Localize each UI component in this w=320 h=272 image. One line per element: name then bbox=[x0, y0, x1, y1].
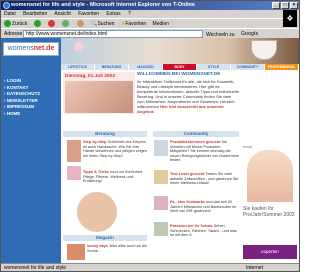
date-text: Dienstag, 01.Juli 2003 bbox=[65, 74, 115, 79]
community-item: Fa - eine Kultmarke und das seit 40 Jahr… bbox=[170, 200, 239, 214]
flower-image bbox=[74, 42, 84, 52]
window-title: womensnet for life and style - Microsoft… bbox=[11, 2, 195, 8]
menu-bearbeiten[interactable]: Bearbeiten bbox=[23, 11, 47, 17]
welcome-heading: WILLKOMMEN BEI WOMENSNET.DE bbox=[137, 72, 221, 77]
beratung-item: Tipps & Tricks rund um Schönheit, Pflege… bbox=[83, 170, 147, 184]
magazine-image bbox=[154, 170, 168, 184]
url-input[interactable]: http://www.womensnet.de/index.html bbox=[23, 30, 203, 38]
minimize-button[interactable]: _ bbox=[272, 2, 280, 9]
browser-window: womensnet for life and style - Microsoft… bbox=[0, 0, 300, 272]
tab-beratung[interactable]: BERATUNG bbox=[95, 64, 129, 70]
community-item: Produkttesterinnen gesucht Sie möchten m… bbox=[170, 140, 239, 163]
site-logo[interactable]: womensnet.de bbox=[3, 42, 59, 56]
main-content: Dienstag, 01.Juli 2003 WILLKOMMEN BEI WO… bbox=[63, 72, 239, 263]
community-item-title[interactable]: Fa - eine Kultmarke bbox=[170, 200, 205, 204]
community-item: Passwort bei Ihr Schatz Sehen, Schmecken… bbox=[170, 224, 239, 238]
tab-lifestyle[interactable]: LIFESTYLE bbox=[61, 64, 95, 70]
back-arrow-icon bbox=[4, 20, 11, 28]
tips-image bbox=[67, 166, 81, 180]
menu-datei[interactable]: Datei bbox=[4, 11, 16, 17]
menu-favoriten[interactable]: Favoriten bbox=[78, 11, 99, 17]
beratung-item-title[interactable]: Tipps & Tricks bbox=[83, 170, 109, 174]
magazin-item: sunny days Jetzt alles rund um die Sonne… bbox=[87, 244, 147, 253]
ad-experten-button[interactable]: experten bbox=[243, 245, 297, 259]
refresh-icon bbox=[62, 20, 70, 28]
beratung-item-title[interactable]: Step-by-Step bbox=[83, 140, 106, 144]
tab-body[interactable]: BODY bbox=[163, 64, 197, 70]
community-item: Test-Leser gesucht Testen Sie zwei aktue… bbox=[170, 172, 239, 186]
logo-text-left: womens bbox=[7, 45, 34, 52]
community-item-title[interactable]: Produkttesterinnen gesucht bbox=[170, 140, 220, 144]
menu-extras[interactable]: Extras bbox=[106, 11, 120, 17]
beratung-item: Step-by-Step Schönheit des Körpers ist a… bbox=[83, 140, 147, 158]
nav-datenschutz[interactable]: DATENSCHUTZ bbox=[4, 91, 40, 98]
community-item-title[interactable]: Passwort bei Ihr Schatz bbox=[170, 224, 213, 228]
close-button[interactable]: × bbox=[290, 2, 298, 9]
address-bar: Adresse http://www.womensnet.de/index.ht… bbox=[1, 28, 299, 38]
media-label: Medien bbox=[152, 21, 169, 27]
search-label: Suchen bbox=[97, 21, 115, 27]
menu-help[interactable]: ? bbox=[128, 11, 131, 17]
menu-ansicht[interactable]: Ansicht bbox=[54, 11, 70, 17]
back-label: Zurück bbox=[12, 21, 28, 27]
logo-text-right: net.de bbox=[33, 45, 55, 52]
product-image bbox=[154, 140, 168, 156]
ad-banner[interactable]: trend Sie kaufen Ihr Pro/Jahr/Sommer 200… bbox=[241, 70, 299, 263]
date-box: Dienstag, 01.Juli 2003 bbox=[63, 72, 135, 114]
stop-icon bbox=[48, 20, 56, 28]
status-text: womensnet for life and style bbox=[4, 265, 66, 271]
sidebar: womensnet.de LOGIN KONTAKT DATENSCHUTZ N… bbox=[1, 38, 61, 263]
address-label: Adresse bbox=[4, 31, 23, 37]
beratung-header[interactable]: Beratung bbox=[63, 131, 147, 137]
welcome-text: Ihr interaktiver Treffpunkt für alle, di… bbox=[137, 79, 239, 114]
forward-arrow-icon bbox=[33, 20, 41, 28]
favorites-label: Favoriten bbox=[125, 21, 147, 27]
toolbar: Zurück 🔍Suchen ★Favoriten Medien bbox=[1, 18, 283, 28]
magazin-item-title[interactable]: sunny days bbox=[87, 244, 108, 248]
ad-tag: trend bbox=[243, 144, 253, 149]
internet-zone-label: Internet bbox=[246, 265, 263, 271]
status-bar: womensnet for life and style Internet bbox=[1, 263, 299, 271]
nav-home[interactable]: HOME bbox=[4, 111, 40, 118]
hand-image bbox=[67, 140, 81, 162]
title-bar: womensnet for life and style - Microsoft… bbox=[1, 1, 299, 10]
tab-style[interactable]: STYLE bbox=[197, 64, 231, 70]
sidebar-nav: LOGIN KONTAKT DATENSCHUTZ NEWSLETTER IMP… bbox=[4, 78, 40, 117]
community-item-title[interactable]: Test-Leser gesucht bbox=[170, 172, 205, 176]
windows-logo-icon: ❖ bbox=[283, 10, 297, 27]
ad-person-image bbox=[247, 150, 293, 202]
ad-text: Sie kaufen Ihr Pro/Jahr/Sommer 2003 bbox=[243, 206, 295, 218]
ie-icon bbox=[3, 2, 10, 9]
fa-image bbox=[154, 196, 168, 210]
home-icon bbox=[76, 20, 84, 28]
passwort-image bbox=[154, 222, 168, 236]
welcome-photo bbox=[65, 81, 133, 113]
sunny-image bbox=[67, 244, 85, 260]
welcome-block: WILLKOMMEN BEI WOMENSNET.DE Ihr interakt… bbox=[137, 72, 239, 114]
web-page: womensnet.de LOGIN KONTAKT DATENSCHUTZ N… bbox=[1, 38, 299, 263]
maximize-button[interactable]: □ bbox=[281, 2, 289, 9]
community-header[interactable]: Community bbox=[153, 131, 239, 137]
magazin-header[interactable]: Magazin bbox=[63, 235, 147, 241]
menu-bar: Datei Bearbeiten Ansicht Favoriten Extra… bbox=[1, 10, 299, 18]
woman-illustration bbox=[77, 192, 117, 232]
tab-magazin[interactable]: MAGAZIN bbox=[129, 64, 163, 70]
